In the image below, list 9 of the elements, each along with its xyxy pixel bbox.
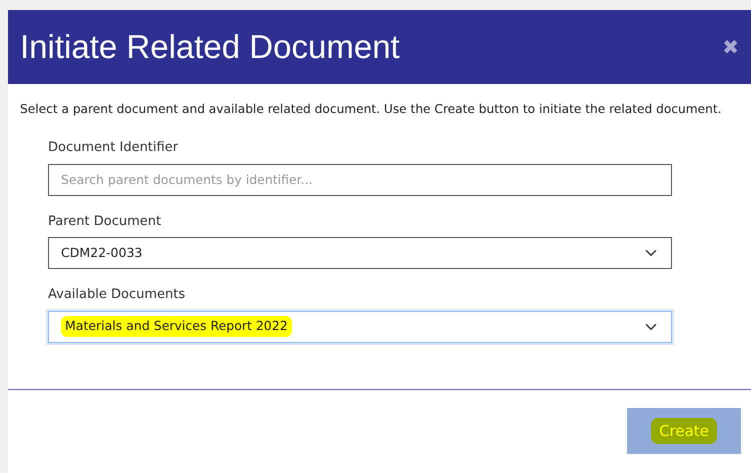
select-field[interactable]: CDM22-0033 (48, 237, 672, 270)
field-label: Document Identifier (48, 139, 178, 158)
search-field[interactable]: Search parent documents by identifier... (48, 164, 672, 196)
description-text: Select a parent document and available related document. Use the Create button to initiate the related document. (20, 101, 722, 118)
close-button[interactable]: ✖ (722, 37, 739, 57)
field-label: Available Documents (48, 286, 186, 304)
field-label: Parent Document (48, 212, 162, 231)
dialog-title: Initiate Related Document (20, 27, 400, 67)
select-field[interactable]: Materials and Services Report 2022 (48, 310, 672, 343)
